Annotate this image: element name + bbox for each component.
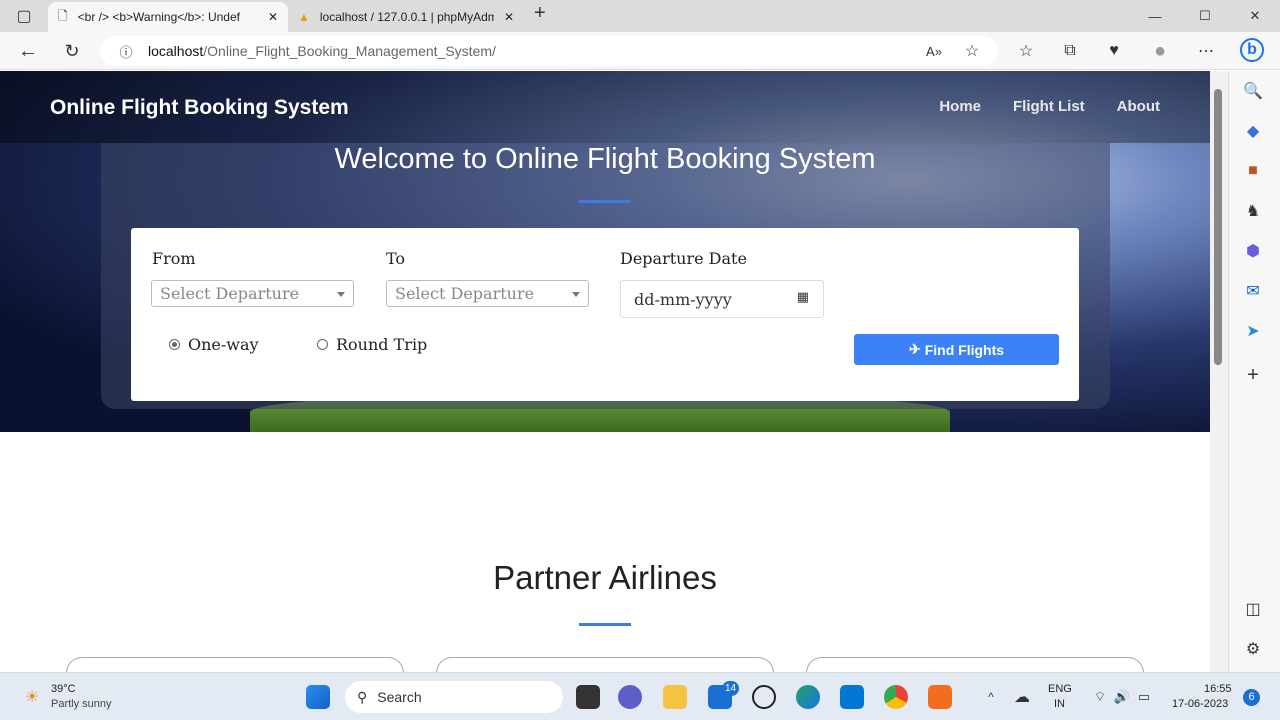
- profile-avatar[interactable]: ●: [1148, 39, 1172, 63]
- mail-badge: 14: [722, 681, 740, 696]
- task-view-icon[interactable]: [576, 685, 600, 709]
- page-scrollbar[interactable]: [1210, 71, 1228, 672]
- wifi-icon[interactable]: ⌔: [1088, 685, 1112, 709]
- refresh-icon[interactable]: ↻: [60, 39, 84, 63]
- to-label: To: [386, 249, 406, 268]
- favorites-icon[interactable]: ☆: [1014, 39, 1038, 63]
- close-tab-icon[interactable]: ✕: [268, 10, 278, 24]
- xampp-icon[interactable]: [928, 685, 952, 709]
- address-bar-row: ← ↻ ⓘ localhost/Online_Flight_Booking_Ma…: [0, 32, 1280, 70]
- tab-strip: ▢ 🗋 <br /> <b>Warning</b>: Undef ✕ ▲ localh…: [0, 0, 1280, 32]
- nav-home[interactable]: Home: [939, 98, 981, 115]
- file-explorer-icon[interactable]: [663, 685, 687, 709]
- close-tab-icon[interactable]: ✕: [504, 10, 514, 24]
- chrome-icon[interactable]: [884, 685, 908, 709]
- edge-icon[interactable]: [796, 685, 820, 709]
- departure-date-input[interactable]: dd-mm-yyyy ▦: [620, 280, 824, 318]
- clock-date[interactable]: 17-06-2023: [1172, 697, 1228, 712]
- url-input[interactable]: ⓘ localhost/Online_Flight_Booking_Manage…: [100, 36, 998, 66]
- tab-actions-icon[interactable]: ▢: [12, 4, 36, 28]
- info-icon[interactable]: ⓘ: [114, 39, 138, 63]
- clock-time[interactable]: 16:55: [1204, 682, 1232, 697]
- search-icon: ⚲: [357, 688, 368, 705]
- volume-icon[interactable]: 🔊: [1110, 685, 1134, 709]
- taskbar-search[interactable]: ⚲ Search: [345, 681, 563, 713]
- notification-badge[interactable]: 6: [1243, 689, 1260, 706]
- extensions-icon[interactable]: ♥: [1102, 39, 1126, 63]
- collections-icon[interactable]: ⧉: [1058, 39, 1082, 63]
- office-icon[interactable]: ⬢: [1241, 239, 1265, 263]
- heading-underline: [579, 200, 631, 203]
- radio-checked-icon[interactable]: [169, 339, 180, 350]
- from-select[interactable]: Select Departure: [151, 280, 354, 307]
- nav-about[interactable]: About: [1117, 98, 1160, 115]
- tab-warning[interactable]: 🗋 <br /> <b>Warning</b>: Undef ✕: [48, 2, 288, 32]
- radio-one-way[interactable]: One-way: [169, 335, 259, 354]
- language-indicator[interactable]: ENG: [1048, 682, 1072, 697]
- outlook-icon[interactable]: ✉: [1241, 279, 1265, 303]
- maximize-button[interactable]: ☐: [1180, 0, 1230, 32]
- weather-icon[interactable]: ☀: [20, 685, 44, 709]
- to-select[interactable]: Select Departure: [386, 280, 589, 307]
- start-button[interactable]: [306, 685, 330, 709]
- windows-taskbar: ☀ 39°C Partly sunny ⚲ Search 14 ^ ☁ ENG I…: [0, 672, 1280, 720]
- cortana-icon[interactable]: [840, 685, 864, 709]
- weather-desc[interactable]: Partly sunny: [51, 697, 112, 712]
- onedrive-icon[interactable]: ☁: [1010, 685, 1034, 709]
- tab-phpmyadmin[interactable]: ▲ localhost / 127.0.0.1 | phpMyAdm ✕: [288, 2, 524, 32]
- teams-icon[interactable]: [618, 685, 642, 709]
- read-aloud-icon[interactable]: A»: [922, 39, 946, 63]
- welcome-heading: Welcome to Online Flight Booking System: [334, 143, 876, 175]
- find-flights-button[interactable]: ✈ Find Flights: [854, 334, 1059, 365]
- close-window-button[interactable]: ✕: [1230, 0, 1280, 32]
- edge-sidebar: 🔍 ◆ ■ ♞ ⬢ ✉ ➤ + ◫ ⚙: [1228, 71, 1280, 672]
- page-icon: 🗋: [58, 8, 68, 23]
- back-icon[interactable]: ←: [16, 39, 40, 63]
- send-icon[interactable]: ➤: [1241, 319, 1265, 343]
- from-label: From: [152, 249, 196, 268]
- radio-unchecked-icon[interactable]: [317, 339, 328, 350]
- plane-departure-icon: ✈: [908, 341, 921, 357]
- new-tab-button[interactable]: +: [524, 2, 556, 32]
- partner-card: [66, 657, 404, 672]
- scrollbar-thumb[interactable]: [1214, 89, 1222, 365]
- bing-copilot-icon[interactable]: b: [1240, 38, 1264, 62]
- departure-date-label: Departure Date: [620, 249, 747, 268]
- flight-search-form: From To Departure Date Select Departure …: [131, 228, 1079, 401]
- favorite-star-icon[interactable]: ☆: [960, 39, 984, 63]
- more-menu-icon[interactable]: ⋯: [1194, 39, 1218, 63]
- weather-temp[interactable]: 39°C: [51, 682, 76, 697]
- search-icon[interactable]: 🔍: [1241, 79, 1265, 103]
- add-icon[interactable]: +: [1241, 363, 1265, 387]
- settings-gear-icon[interactable]: ⚙: [1241, 637, 1265, 661]
- shopping-tag-icon[interactable]: ◆: [1241, 119, 1265, 143]
- sidebar-toggle-icon[interactable]: ◫: [1241, 597, 1265, 621]
- show-hidden-icons[interactable]: ^: [979, 685, 1003, 709]
- region-indicator[interactable]: IN: [1054, 697, 1065, 712]
- nav-flight-list[interactable]: Flight List: [1013, 98, 1085, 115]
- phpmyadmin-icon: ▲: [298, 10, 310, 24]
- partners-underline: [579, 623, 631, 626]
- minimize-button[interactable]: —: [1130, 0, 1180, 32]
- dell-icon[interactable]: [752, 685, 776, 709]
- battery-icon[interactable]: ▭: [1132, 685, 1156, 709]
- radio-round-trip[interactable]: Round Trip: [317, 335, 427, 354]
- partner-card: [436, 657, 774, 672]
- hero-section: Online Flight Booking System Home Flight…: [0, 71, 1210, 432]
- page-content: Online Flight Booking System Home Flight…: [0, 71, 1210, 672]
- navbar: Online Flight Booking System Home Flight…: [0, 71, 1210, 143]
- tools-icon[interactable]: ■: [1241, 159, 1265, 183]
- games-icon[interactable]: ♞: [1241, 199, 1265, 223]
- site-brand[interactable]: Online Flight Booking System: [50, 96, 349, 120]
- calendar-icon[interactable]: ▦: [797, 290, 809, 305]
- partner-airlines-heading: Partner Airlines: [493, 559, 717, 596]
- partner-card: [806, 657, 1144, 672]
